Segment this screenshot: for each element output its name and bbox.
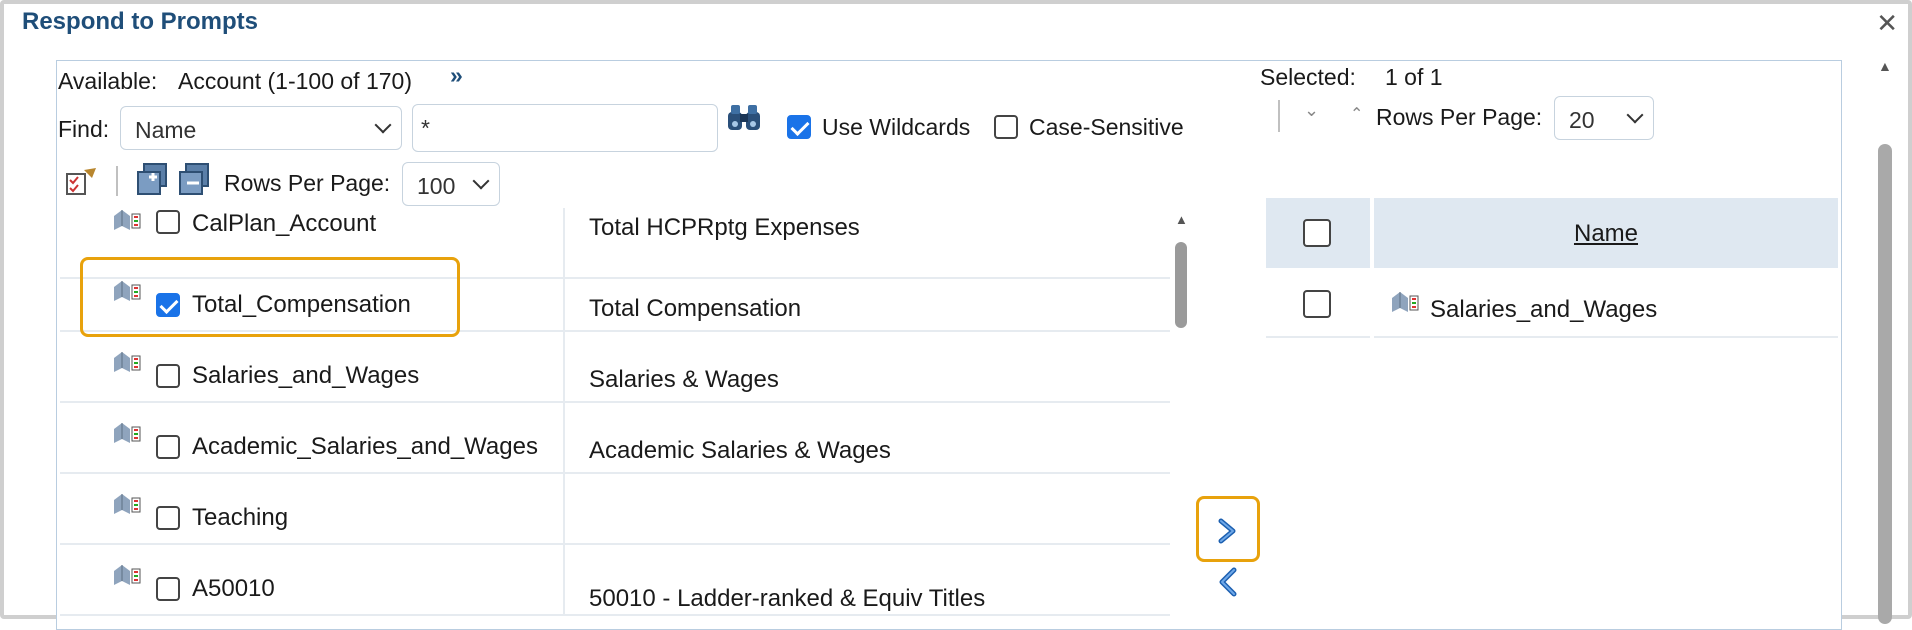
selected-rows-per-page-select[interactable]: 20	[1554, 96, 1654, 140]
member-checkbox[interactable]	[156, 364, 180, 388]
name-column-header[interactable]: Name	[1374, 198, 1838, 268]
scrollbar-thumb[interactable]	[1878, 144, 1892, 624]
member-icon	[114, 494, 141, 514]
selected-member-checkbox[interactable]	[1303, 290, 1331, 318]
description-cell	[567, 474, 1170, 545]
selected-rows-per-page-label: Rows Per Page:	[1376, 104, 1543, 130]
rows-per-page-select[interactable]: 100	[402, 162, 500, 206]
member-cell: A50010	[60, 545, 565, 616]
member-description: Total Compensation	[589, 295, 802, 322]
find-field-value: Name	[135, 117, 197, 143]
member-cell: Teaching	[60, 474, 565, 545]
dialog-scrollbar[interactable]: ▲	[1876, 56, 1894, 626]
rows-per-page-label: Rows Per Page:	[224, 170, 391, 196]
selected-members-grid: Name Salaries_and_Wages	[1262, 198, 1842, 344]
collapse-all-icon[interactable]	[176, 162, 214, 198]
toolbar-divider	[1278, 100, 1280, 132]
toolbar-divider	[116, 166, 118, 196]
description-cell: Academic Salaries & Wages	[567, 403, 1170, 474]
description-cell: Salaries & Wages	[567, 332, 1170, 403]
description-cell: Total Compensation	[567, 261, 1170, 332]
chevron-down-icon	[472, 172, 490, 190]
member-name: Teaching	[192, 504, 289, 531]
table-row[interactable]: Salaries_and_Wages	[1374, 270, 1838, 338]
member-description: Academic Salaries & Wages	[589, 437, 891, 464]
selected-count: 1 of 1	[1385, 64, 1443, 90]
move-right-icon	[1218, 518, 1236, 544]
move-up-icon[interactable]: ⌃	[1350, 104, 1363, 124]
member-checkbox[interactable]	[156, 210, 180, 234]
member-checkbox[interactable]	[156, 577, 180, 601]
find-field-select[interactable]: Name	[120, 106, 402, 150]
member-description: Total HCPRptg Expenses	[589, 214, 860, 241]
member-name: CalPlan_Account	[192, 210, 377, 237]
selected-member-name: Salaries_and_Wages	[1430, 296, 1658, 323]
member-icon	[114, 210, 141, 230]
selected-rows-per-page-value: 20	[1569, 107, 1595, 133]
dialog-title: Respond to Prompts	[22, 8, 259, 35]
name-column-label[interactable]: Name	[1374, 220, 1838, 248]
member-cell: Salaries_and_Wages	[60, 332, 565, 403]
table-row[interactable]: Academic_Salaries_and_Wages Academic Sal…	[60, 403, 1170, 474]
member-description: Salaries & Wages	[589, 366, 779, 393]
member-name: A50010	[192, 575, 275, 602]
select-all-header	[1266, 198, 1370, 268]
use-wildcards-label: Use Wildcards	[822, 114, 971, 140]
binoculars-icon[interactable]	[726, 102, 762, 134]
table-row[interactable]: A50010 50010 - Ladder-ranked & Equiv Tit…	[60, 545, 1170, 616]
select-members-icon[interactable]	[64, 166, 100, 198]
grid-scrollbar[interactable]: ▲	[1172, 212, 1192, 332]
member-cell: Academic_Salaries_and_Wages	[60, 403, 565, 474]
selected-row-checkbox-cell	[1266, 270, 1370, 338]
scroll-up-icon[interactable]: ▲	[1878, 58, 1892, 74]
available-dimension: Account (1-100 of 170)	[178, 68, 412, 94]
table-row[interactable]: Teaching	[60, 474, 1170, 545]
move-left-icon[interactable]	[1214, 566, 1242, 598]
member-name: Academic_Salaries_and_Wages	[192, 433, 538, 460]
member-checkbox[interactable]	[156, 435, 180, 459]
chevron-down-icon	[1626, 106, 1644, 124]
chevron-down-icon	[374, 116, 392, 134]
move-right-button[interactable]	[1196, 496, 1260, 562]
scroll-up-icon[interactable]: ▲	[1175, 212, 1188, 227]
available-label: Available:	[58, 68, 158, 94]
find-input[interactable]: *	[412, 104, 718, 152]
member-description: 50010 - Ladder-ranked & Equiv Titles	[589, 585, 986, 612]
case-sensitive-checkbox[interactable]	[994, 115, 1018, 139]
member-icon	[114, 565, 141, 585]
highlight-total-compensation	[80, 257, 460, 337]
member-icon	[114, 423, 141, 443]
find-label: Find:	[58, 116, 110, 142]
member-name: Salaries_and_Wages	[192, 362, 420, 389]
double-chevron-right-icon[interactable]: »	[450, 62, 463, 89]
selected-label: Selected:	[1260, 64, 1356, 90]
expand-all-icon[interactable]	[134, 162, 172, 198]
member-checkbox[interactable]	[156, 506, 180, 530]
scrollbar-thumb[interactable]	[1175, 242, 1187, 328]
member-icon	[114, 352, 141, 372]
use-wildcards-checkbox[interactable]	[787, 115, 811, 139]
case-sensitive-label: Case-Sensitive	[1029, 114, 1184, 140]
move-down-icon[interactable]: ⌄	[1304, 100, 1319, 121]
rows-per-page-value: 100	[417, 173, 456, 199]
close-icon[interactable]: ✕	[1876, 8, 1898, 39]
member-icon	[1392, 292, 1419, 312]
table-row[interactable]: Salaries_and_Wages Salaries & Wages	[60, 332, 1170, 403]
select-all-checkbox[interactable]	[1303, 219, 1331, 247]
description-cell: 50010 - Ladder-ranked & Equiv Titles	[567, 545, 1170, 616]
